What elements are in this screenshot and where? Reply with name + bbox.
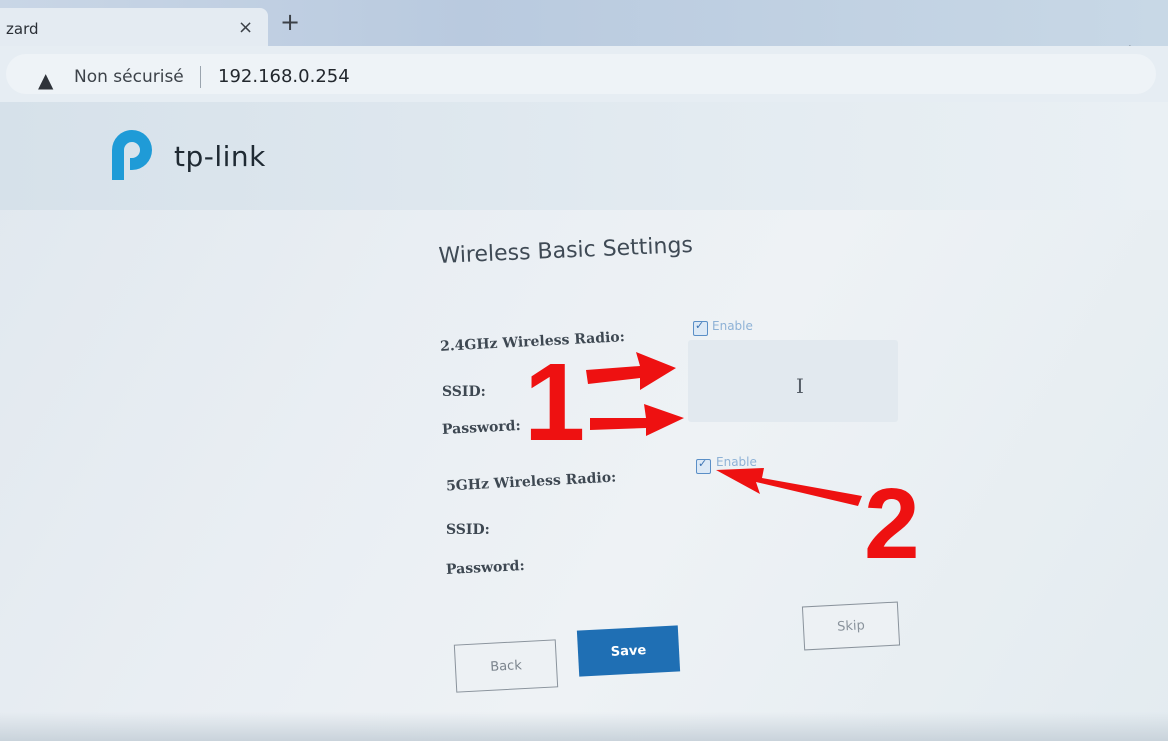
annotation-number-2: 2 [864, 468, 920, 580]
annotation-number-1: 1 [524, 341, 586, 464]
arrow-to-password-icon [590, 404, 684, 436]
monitor-bezel-shade [0, 712, 1168, 741]
screen-photo: zard × + ⊓ ⚷ ▲ Non sécurisé 192.168.0.25… [0, 0, 1168, 741]
arrow-to-5ghz-enable-icon [716, 468, 862, 506]
arrow-to-ssid-icon [586, 352, 676, 390]
